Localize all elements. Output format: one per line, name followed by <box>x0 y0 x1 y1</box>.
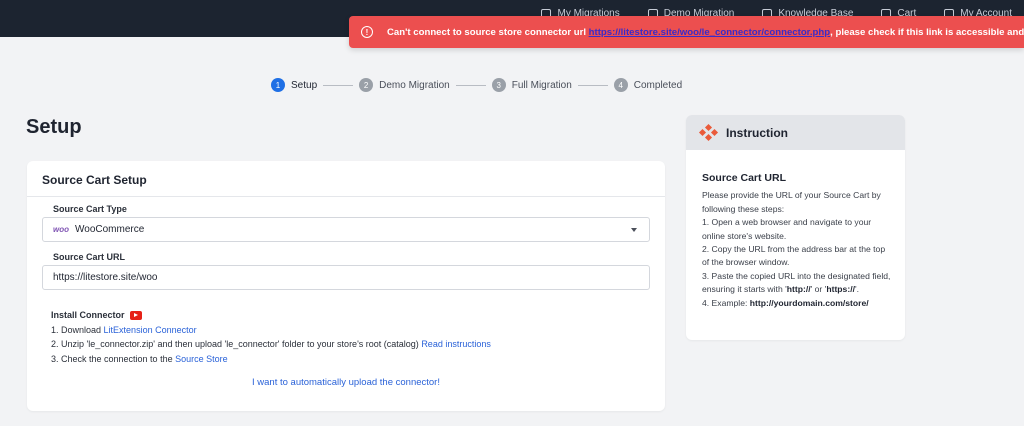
woocommerce-logo-icon: woo <box>53 225 69 234</box>
step-label: Setup <box>291 79 318 91</box>
cart-type-select[interactable]: woo WooCommerce <box>42 217 650 242</box>
cart-url-input[interactable]: https://litestore.site/woo <box>42 265 650 290</box>
cart-url-label: Source Cart URL <box>53 252 126 262</box>
step-label: Completed <box>633 79 683 91</box>
read-instructions-link[interactable]: Read instructions <box>421 339 491 349</box>
instruction-intro: Please provide the URL of your Source Ca… <box>702 190 881 214</box>
instruction-subtitle: Source Cart URL <box>702 172 787 184</box>
step-number: 1 <box>271 78 285 92</box>
step-setup[interactable]: 1 Setup <box>271 78 317 92</box>
step-label: Full Migration <box>511 79 572 91</box>
error-notification: ! Can't connect to source store connecto… <box>349 16 1024 48</box>
instruction-step-1: 1. Open a web browser and navigate to yo… <box>702 217 872 241</box>
youtube-icon[interactable] <box>129 310 142 320</box>
card-title: Source Cart Setup <box>42 173 147 187</box>
step-number: 4 <box>613 78 628 92</box>
install-connector-section: Install Connector 1. Download LitExtensi… <box>51 308 491 366</box>
install-connector-title: Install Connector <box>51 308 491 323</box>
page-title: Setup <box>26 116 82 138</box>
step-connector <box>455 84 486 86</box>
chevron-down-icon <box>631 228 637 232</box>
install-step-2: 2. Unzip 'le_connector.zip' and then upl… <box>51 339 491 349</box>
migration-stepper: 1 Setup 2 Demo Migration 3 Full Migratio… <box>271 78 682 92</box>
instruction-step-4: 4. Example: http://yourdomain.com/store/ <box>702 297 869 308</box>
cart-url-value: https://litestore.site/woo <box>53 272 158 283</box>
step-completed[interactable]: 4 Completed <box>613 78 683 92</box>
error-message: Can't connect to source store connector … <box>387 26 1024 38</box>
instruction-step-2: 2. Copy the URL from the address bar at … <box>702 244 886 268</box>
step-label: Demo Migration <box>379 79 450 91</box>
instruction-logo-icon <box>698 123 719 141</box>
step-connector <box>577 84 608 86</box>
cart-type-value: WooCommerce <box>75 224 145 235</box>
source-store-link[interactable]: Source Store <box>175 354 228 364</box>
auto-upload-connector-link[interactable]: I want to automatically upload the conne… <box>27 377 665 388</box>
install-step-3: 3. Check the connection to the Source St… <box>51 353 228 364</box>
instruction-body: Source Cart URL Please provide the URL o… <box>686 150 905 310</box>
step-demo-migration[interactable]: 2 Demo Migration <box>359 78 450 92</box>
instruction-step-3: 3. Paste the copied URL into the designa… <box>702 270 891 295</box>
download-connector-link[interactable]: LitExtension Connector <box>104 325 197 335</box>
step-number: 2 <box>359 78 374 92</box>
install-step-1: 1. Download LitExtension Connector <box>51 324 197 335</box>
instruction-header: Instruction <box>686 115 905 150</box>
source-cart-setup-card: Source Cart Setup Source Cart Type woo W… <box>27 161 665 411</box>
step-number: 3 <box>491 78 506 92</box>
step-full-migration[interactable]: 3 Full Migration <box>491 78 572 92</box>
cart-type-label: Source Cart Type <box>53 204 127 214</box>
instruction-panel: Instruction Source Cart URL Please provi… <box>686 115 905 340</box>
divider <box>27 196 665 197</box>
step-connector <box>323 84 354 86</box>
connector-url-link[interactable]: https://litestore.site/woo/le_connector/… <box>589 27 830 38</box>
error-icon: ! <box>361 26 373 38</box>
instruction-title: Instruction <box>726 125 788 140</box>
